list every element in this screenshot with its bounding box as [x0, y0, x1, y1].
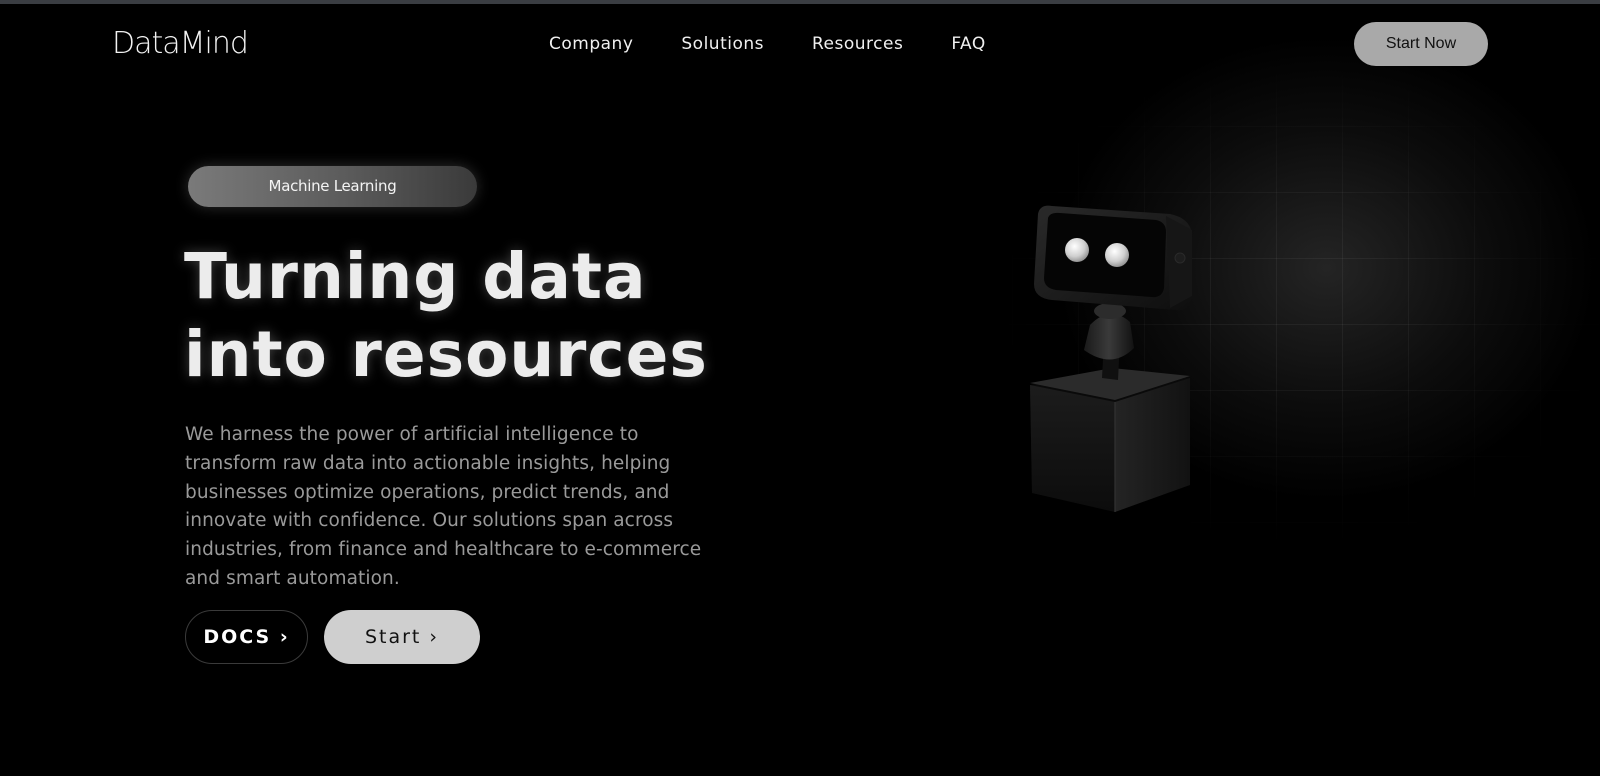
window-top-edge — [0, 0, 1600, 4]
nav-link-solutions[interactable]: Solutions — [681, 32, 764, 56]
hero-headline: Turning data into resources — [184, 238, 824, 394]
docs-button[interactable]: DOCS › — [185, 610, 308, 664]
hero-description: We harness the power of artificial intel… — [185, 424, 702, 589]
headline-line-2: into resources — [184, 318, 708, 391]
logo[interactable]: DataMind — [112, 24, 249, 64]
nav-link-resources[interactable]: Resources — [812, 32, 903, 56]
start-button[interactable]: Start › — [324, 610, 480, 664]
robot-icon — [1030, 205, 1192, 512]
category-badge: Machine Learning — [188, 166, 477, 207]
main-nav: Company Solutions Resources FAQ — [549, 32, 986, 56]
page: DataMind Company Solutions Resources FAQ… — [0, 0, 1600, 776]
nav-link-faq[interactable]: FAQ — [951, 32, 985, 56]
headline-line-1: Turning data — [184, 240, 647, 313]
start-now-button[interactable]: Start Now — [1354, 22, 1488, 66]
nav-link-company[interactable]: Company — [549, 32, 633, 56]
